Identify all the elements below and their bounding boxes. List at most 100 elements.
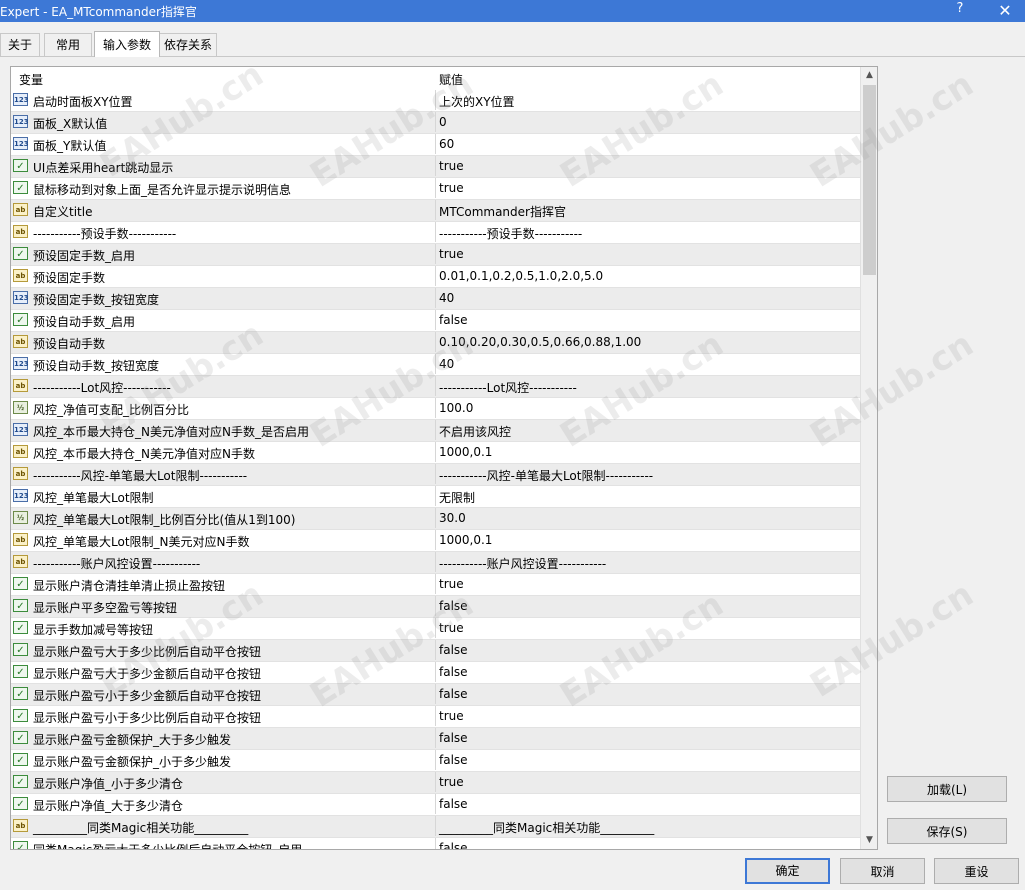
table-row[interactable]: 123 面板_X默认值 0 <box>11 112 860 134</box>
table-row[interactable]: ab -----------预设手数----------- -----------预… <box>11 222 860 244</box>
parameter-rows: 123 启动时面板XY位置 上次的XY位置 123 面板_X默认值 0 123 面板_Y默认值… <box>11 90 860 849</box>
cancel-button[interactable]: 取消 <box>840 858 925 884</box>
value-cell[interactable]: 30.0 <box>439 511 466 525</box>
txt-type-icon: ab <box>13 379 28 392</box>
value-cell[interactable]: 40 <box>439 357 454 371</box>
value-cell[interactable]: _________同类Magic相关功能_________ <box>439 819 654 836</box>
value-cell[interactable]: true <box>439 247 464 261</box>
variable-name: -----------账户风控设置----------- <box>33 557 201 571</box>
table-row[interactable]: ✓ 显示账户盈亏小于多少比例后自动平仓按钮 true <box>11 706 860 728</box>
value-cell[interactable]: 1000,0.1 <box>439 533 492 547</box>
value-cell[interactable]: true <box>439 577 464 591</box>
header-variable[interactable]: 变量 <box>19 71 43 88</box>
variable-name: 预设固定手数_启用 <box>33 249 136 263</box>
table-row[interactable]: 123 风控_单笔最大Lot限制 无限制 <box>11 486 860 508</box>
num-type-icon: 123 <box>13 423 29 436</box>
value-cell[interactable]: false <box>439 797 468 811</box>
value-cell[interactable]: 60 <box>439 137 454 151</box>
txt-type-icon: ab <box>13 445 28 458</box>
value-cell[interactable]: 上次的XY位置 <box>439 93 515 110</box>
variable-name: 启动时面板XY位置 <box>33 95 133 109</box>
scroll-down-icon[interactable]: ▼ <box>861 832 877 849</box>
value-cell[interactable]: 无限制 <box>439 489 475 506</box>
header-value[interactable]: 赋值 <box>439 71 463 88</box>
value-cell[interactable]: true <box>439 775 464 789</box>
table-row[interactable]: ✓ 显示账户净值_小于多少清仓 true <box>11 772 860 794</box>
table-row[interactable]: ab 自定义title MTCommander指挥官 <box>11 200 860 222</box>
table-row[interactable]: ab -----------账户风控设置----------- ----------… <box>11 552 860 574</box>
table-row[interactable]: 123 风控_本币最大持仓_N美元净值对应N手数_是否启用 不启用该风控 <box>11 420 860 442</box>
table-row[interactable]: ab 预设自动手数 0.10,0.20,0.30,0.5,0.66,0.88,1.0… <box>11 332 860 354</box>
table-row[interactable]: ✓ 显示账户盈亏大于多少比例后自动平仓按钮 false <box>11 640 860 662</box>
value-cell[interactable]: -----------预设手数----------- <box>439 225 582 242</box>
value-cell[interactable]: MTCommander指挥官 <box>439 203 566 220</box>
table-row[interactable]: ✓ 显示账户盈亏金额保护_小于多少触发 false <box>11 750 860 772</box>
value-cell[interactable]: -----------Lot风控----------- <box>439 379 577 396</box>
table-row[interactable]: ✓ 显示账户平多空盈亏等按钮 false <box>11 596 860 618</box>
value-cell[interactable]: 0.10,0.20,0.30,0.5,0.66,0.88,1.00 <box>439 335 641 349</box>
value-cell[interactable]: true <box>439 181 464 195</box>
close-icon[interactable]: ✕ <box>993 0 1017 22</box>
table-row[interactable]: ✓ 预设自动手数_启用 false <box>11 310 860 332</box>
table-row[interactable]: ½ 风控_净值可支配_比例百分比 100.0 <box>11 398 860 420</box>
bool-type-icon: ✓ <box>13 709 28 722</box>
table-row[interactable]: ½ 风控_单笔最大Lot限制_比例百分比(值从1到100) 30.0 <box>11 508 860 530</box>
table-row[interactable]: ab 风控_本币最大持仓_N美元净值对应N手数 1000,0.1 <box>11 442 860 464</box>
scroll-thumb[interactable] <box>863 85 876 275</box>
table-row[interactable]: ✓ 同类Magic盈亏大于多少比例后自动平仓按钮_启用 false <box>11 838 860 849</box>
table-row[interactable]: ✓ 鼠标移动到对象上面_是否允许显示提示说明信息 true <box>11 178 860 200</box>
table-row[interactable]: ab _________同类Magic相关功能_________ _________… <box>11 816 860 838</box>
value-cell[interactable]: false <box>439 643 468 657</box>
table-row[interactable]: ab -----------风控-单笔最大Lot限制----------- ----… <box>11 464 860 486</box>
value-cell[interactable]: -----------风控-单笔最大Lot限制----------- <box>439 467 653 484</box>
txt-type-icon: ab <box>13 533 28 546</box>
value-cell[interactable]: false <box>439 841 468 849</box>
table-row[interactable]: ✓ 显示账户盈亏小于多少金额后自动平仓按钮 false <box>11 684 860 706</box>
scroll-up-icon[interactable]: ▲ <box>861 67 877 84</box>
table-row[interactable]: ✓ 显示账户盈亏大于多少金额后自动平仓按钮 false <box>11 662 860 684</box>
reset-button[interactable]: 重设 <box>934 858 1019 884</box>
value-cell[interactable]: false <box>439 313 468 327</box>
value-cell[interactable]: 不启用该风控 <box>439 423 511 440</box>
value-cell[interactable]: false <box>439 687 468 701</box>
value-cell[interactable]: true <box>439 709 464 723</box>
value-cell[interactable]: false <box>439 665 468 679</box>
table-row[interactable]: ab 预设固定手数 0.01,0.1,0.2,0.5,1.0,2.0,5.0 <box>11 266 860 288</box>
table-row[interactable]: 123 预设固定手数_按钮宽度 40 <box>11 288 860 310</box>
table-row[interactable]: ✓ 显示账户盈亏金额保护_大于多少触发 false <box>11 728 860 750</box>
tab-dependencies[interactable]: 依存关系 <box>159 33 217 56</box>
value-cell[interactable]: 40 <box>439 291 454 305</box>
table-row[interactable]: 123 面板_Y默认值 60 <box>11 134 860 156</box>
num-type-icon: 123 <box>13 357 29 370</box>
txt-type-icon: ab <box>13 467 28 480</box>
value-cell[interactable]: true <box>439 159 464 173</box>
bool-type-icon: ✓ <box>13 247 28 260</box>
table-row[interactable]: ✓ 预设固定手数_启用 true <box>11 244 860 266</box>
value-cell[interactable]: false <box>439 753 468 767</box>
tab-about[interactable]: 关于 <box>0 33 40 56</box>
value-cell[interactable]: 0.01,0.1,0.2,0.5,1.0,2.0,5.0 <box>439 269 603 283</box>
tab-inputs[interactable]: 输入参数 <box>94 31 160 57</box>
input-parameters-grid[interactable]: 变量 赋值 123 启动时面板XY位置 上次的XY位置 123 面板_X默认值 0 123 面… <box>10 66 878 850</box>
load-button[interactable]: 加载(L) <box>887 776 1007 802</box>
help-icon[interactable]: ? <box>952 1 968 21</box>
table-row[interactable]: ab -----------Lot风控----------- -----------… <box>11 376 860 398</box>
value-cell[interactable]: 100.0 <box>439 401 473 415</box>
value-cell[interactable]: 1000,0.1 <box>439 445 492 459</box>
save-button[interactable]: 保存(S) <box>887 818 1007 844</box>
ok-button[interactable]: 确定 <box>745 858 830 884</box>
table-row[interactable]: ab 风控_单笔最大Lot限制_N美元对应N手数 1000,0.1 <box>11 530 860 552</box>
table-row[interactable]: ✓ UI点差采用heart跳动显示 true <box>11 156 860 178</box>
vertical-scrollbar[interactable]: ▲ ▼ <box>860 67 877 849</box>
value-cell[interactable]: 0 <box>439 115 447 129</box>
value-cell[interactable]: false <box>439 731 468 745</box>
tab-common[interactable]: 常用 <box>44 33 92 56</box>
table-row[interactable]: 123 启动时面板XY位置 上次的XY位置 <box>11 90 860 112</box>
table-row[interactable]: ✓ 显示账户净值_大于多少清仓 false <box>11 794 860 816</box>
value-cell[interactable]: -----------账户风控设置----------- <box>439 555 606 572</box>
table-row[interactable]: ✓ 显示账户清仓清挂单清止损止盈按钮 true <box>11 574 860 596</box>
value-cell[interactable]: false <box>439 599 468 613</box>
table-row[interactable]: 123 预设自动手数_按钮宽度 40 <box>11 354 860 376</box>
value-cell[interactable]: true <box>439 621 464 635</box>
table-row[interactable]: ✓ 显示手数加减号等按钮 true <box>11 618 860 640</box>
